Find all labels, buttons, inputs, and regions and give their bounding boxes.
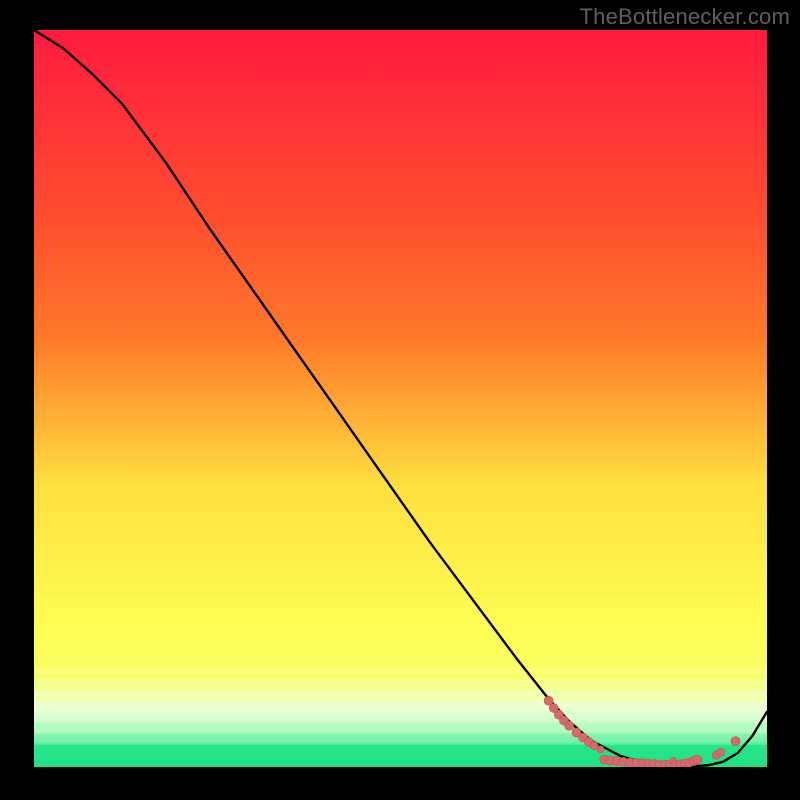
chart-frame: TheBottlenecker.com <box>0 0 800 800</box>
plot-area <box>34 30 767 767</box>
watermark-text: TheBottlenecker.com <box>580 4 790 30</box>
chart-svg <box>34 30 767 767</box>
